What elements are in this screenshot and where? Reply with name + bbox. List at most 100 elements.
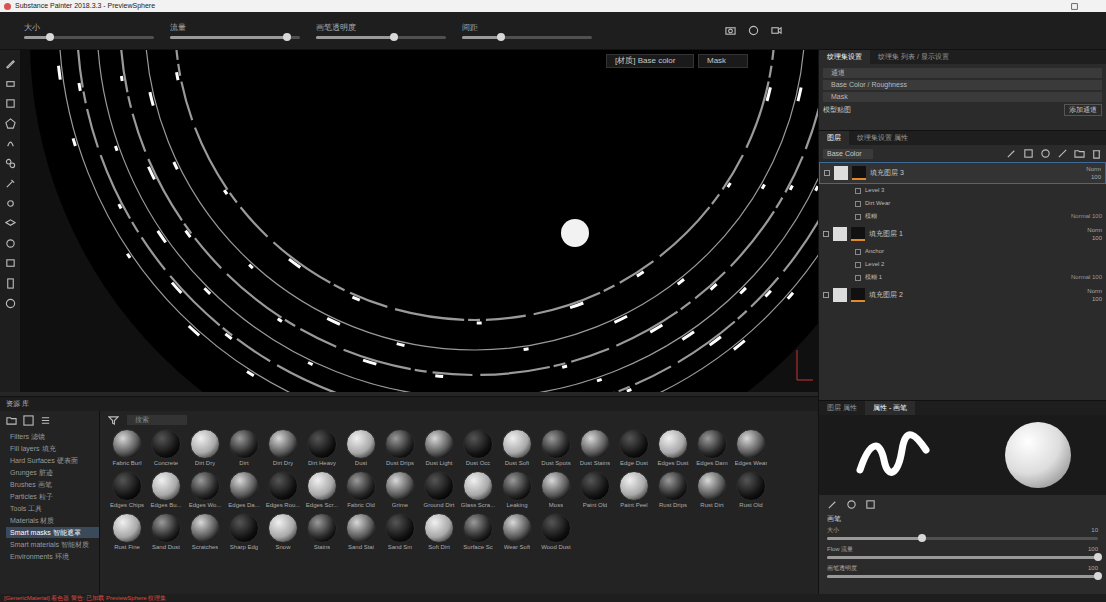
property-slider[interactable]: 大小10 bbox=[819, 524, 1106, 543]
shelf-item[interactable]: Paint Old bbox=[576, 471, 614, 509]
shelf-item[interactable]: Dust Spots bbox=[537, 429, 575, 467]
layer-item[interactable]: 填充图层 2Norm100 bbox=[819, 284, 1106, 306]
shelf-item[interactable]: Scratches bbox=[186, 513, 224, 551]
panel-tab[interactable]: 图层 属性 bbox=[819, 401, 865, 415]
layer-effect[interactable]: Dirt Wear bbox=[819, 197, 1106, 210]
layer-effect[interactable]: 模糊Normal 100 bbox=[819, 210, 1106, 223]
shelf-item[interactable]: Moss bbox=[537, 471, 575, 509]
toolbar-slider[interactable]: 画笔透明度 bbox=[316, 23, 446, 39]
circle-icon[interactable] bbox=[5, 238, 16, 249]
shelf-item[interactable]: Surface Sc bbox=[459, 513, 497, 551]
visibility-toggle-icon[interactable] bbox=[823, 231, 829, 237]
slider-track[interactable] bbox=[827, 537, 1098, 540]
shelf-item[interactable]: Fabric Burl bbox=[108, 429, 146, 467]
texture-set-row[interactable]: Base Color / Roughness bbox=[823, 80, 1102, 90]
shelf-item[interactable]: Dirt Heavy bbox=[303, 429, 341, 467]
shelf-item[interactable]: Edges Dam bbox=[693, 429, 731, 467]
shelf-item[interactable]: Dust Light bbox=[420, 429, 458, 467]
filter-icon[interactable] bbox=[108, 415, 119, 426]
slider-track[interactable] bbox=[170, 36, 300, 39]
shelf-item[interactable]: Dust Stains bbox=[576, 429, 614, 467]
shelf-item[interactable]: Rust Fine bbox=[108, 513, 146, 551]
layer-effect[interactable]: Anchor bbox=[819, 245, 1106, 258]
list-icon[interactable] bbox=[40, 415, 51, 426]
shelf-item[interactable]: Dirt bbox=[225, 429, 263, 467]
shelf-category[interactable]: Fill layers 填充 bbox=[6, 443, 99, 454]
shelf-category[interactable]: Smart masks 智能遮罩 bbox=[6, 527, 99, 538]
shelf-item[interactable]: Rust Drips bbox=[654, 471, 692, 509]
layer-effect[interactable]: 模糊 1Normal 100 bbox=[819, 271, 1106, 284]
shelf-item[interactable]: Glass Scra... bbox=[459, 471, 497, 509]
shelf-item[interactable]: Paint Peel bbox=[615, 471, 653, 509]
shelf-item[interactable]: Edge Dust bbox=[615, 429, 653, 467]
video-icon[interactable] bbox=[771, 25, 782, 36]
shelf-item[interactable]: Edges Wo... bbox=[186, 471, 224, 509]
smudge-icon[interactable] bbox=[5, 138, 16, 149]
shelf-item[interactable]: Rust Old bbox=[732, 471, 770, 509]
stencil-tab-icon[interactable] bbox=[865, 499, 876, 510]
slider-handle[interactable] bbox=[918, 534, 926, 542]
grid-icon[interactable] bbox=[23, 415, 34, 426]
mask-icon[interactable] bbox=[1040, 148, 1051, 159]
toolbar-slider[interactable]: 流量 bbox=[170, 23, 300, 39]
shelf-item[interactable]: Edges Wear bbox=[732, 429, 770, 467]
help-icon[interactable] bbox=[5, 298, 16, 309]
projection-icon[interactable] bbox=[5, 98, 16, 109]
texture-set-row[interactable]: Mask bbox=[823, 92, 1102, 102]
shelf-item[interactable]: Wear Soft bbox=[498, 513, 536, 551]
shelf-item[interactable]: Dirt Dry bbox=[186, 429, 224, 467]
trash-icon[interactable] bbox=[1091, 148, 1102, 159]
shelf-category[interactable]: Tools 工具 bbox=[6, 503, 99, 514]
alpha-tab-icon[interactable] bbox=[846, 499, 857, 510]
slider-track[interactable] bbox=[827, 556, 1098, 559]
shelf-item[interactable]: Dust bbox=[342, 429, 380, 467]
shelf-item[interactable]: Sand Sm bbox=[381, 513, 419, 551]
layer-item[interactable]: 填充图层 1Norm100AnchorLevel 2模糊 1Normal 100 bbox=[819, 223, 1106, 284]
shelf-item[interactable]: Ground Dirt bbox=[420, 471, 458, 509]
shelf-item[interactable]: Rust Dirt bbox=[693, 471, 731, 509]
display-icon[interactable] bbox=[5, 258, 16, 269]
shelf-item[interactable]: Sand Dust bbox=[147, 513, 185, 551]
camera-icon[interactable] bbox=[725, 25, 736, 36]
brush-icon[interactable] bbox=[5, 58, 16, 69]
viewport-channel-dropdown[interactable]: Mask bbox=[698, 54, 748, 68]
slider-handle[interactable] bbox=[283, 33, 291, 41]
polygon-fill-icon[interactable] bbox=[5, 118, 16, 129]
folder-icon[interactable] bbox=[6, 415, 17, 426]
shelf-item[interactable]: Wood Dust bbox=[537, 513, 575, 551]
clone-icon[interactable] bbox=[5, 158, 16, 169]
slider-handle[interactable] bbox=[1094, 553, 1102, 561]
shelf-item[interactable]: Soft Dirt bbox=[420, 513, 458, 551]
shelf-item[interactable]: Edges Rou... bbox=[264, 471, 302, 509]
shelf-item[interactable]: Concrete bbox=[147, 429, 185, 467]
shelf-category[interactable]: Brushes 画笔 bbox=[6, 479, 99, 490]
property-slider[interactable]: Flow 流量100 bbox=[819, 543, 1106, 562]
effect-icon[interactable] bbox=[1057, 148, 1068, 159]
slider-track[interactable] bbox=[462, 36, 592, 39]
folder-add-icon[interactable] bbox=[1074, 148, 1085, 159]
channel-dropdown[interactable]: Base Color bbox=[823, 149, 873, 159]
fill-layer-icon[interactable] bbox=[1023, 148, 1034, 159]
panel-tab[interactable]: 属性 - 画笔 bbox=[865, 401, 915, 415]
log-icon[interactable] bbox=[5, 278, 16, 289]
shelf-item[interactable]: Sharp Edg bbox=[225, 513, 263, 551]
panel-tab[interactable]: 纹理集设置 bbox=[819, 50, 870, 64]
shelf-item[interactable]: Dust Drips bbox=[381, 429, 419, 467]
shelf-category[interactable]: Materials 材质 bbox=[6, 515, 99, 526]
slider-track[interactable] bbox=[316, 36, 446, 39]
shelf-item[interactable]: Dust Occ bbox=[459, 429, 497, 467]
shelf-item[interactable]: Fabric Old bbox=[342, 471, 380, 509]
panel-tab[interactable]: 纹理集 列表 / 显示设置 bbox=[870, 50, 957, 64]
shelf-search-field[interactable]: 搜索 bbox=[127, 415, 187, 425]
shelf-item[interactable]: Sand Stai bbox=[342, 513, 380, 551]
viewport-display-dropdown[interactable]: [材质] Base colorMask bbox=[606, 54, 748, 68]
slider-handle[interactable] bbox=[1094, 572, 1102, 580]
slider-handle[interactable] bbox=[497, 33, 505, 41]
panel-tab[interactable]: 图层 bbox=[819, 131, 849, 145]
maximize-icon[interactable] bbox=[1071, 3, 1078, 10]
property-slider[interactable]: 画笔透明度100 bbox=[819, 562, 1106, 581]
shelf-item[interactable]: Grime bbox=[381, 471, 419, 509]
shelf-category[interactable]: Smart materials 智能材质 bbox=[6, 539, 99, 550]
add-channel-button[interactable]: 添加通道 bbox=[1064, 104, 1102, 116]
shelf-item[interactable]: Edges Chips bbox=[108, 471, 146, 509]
